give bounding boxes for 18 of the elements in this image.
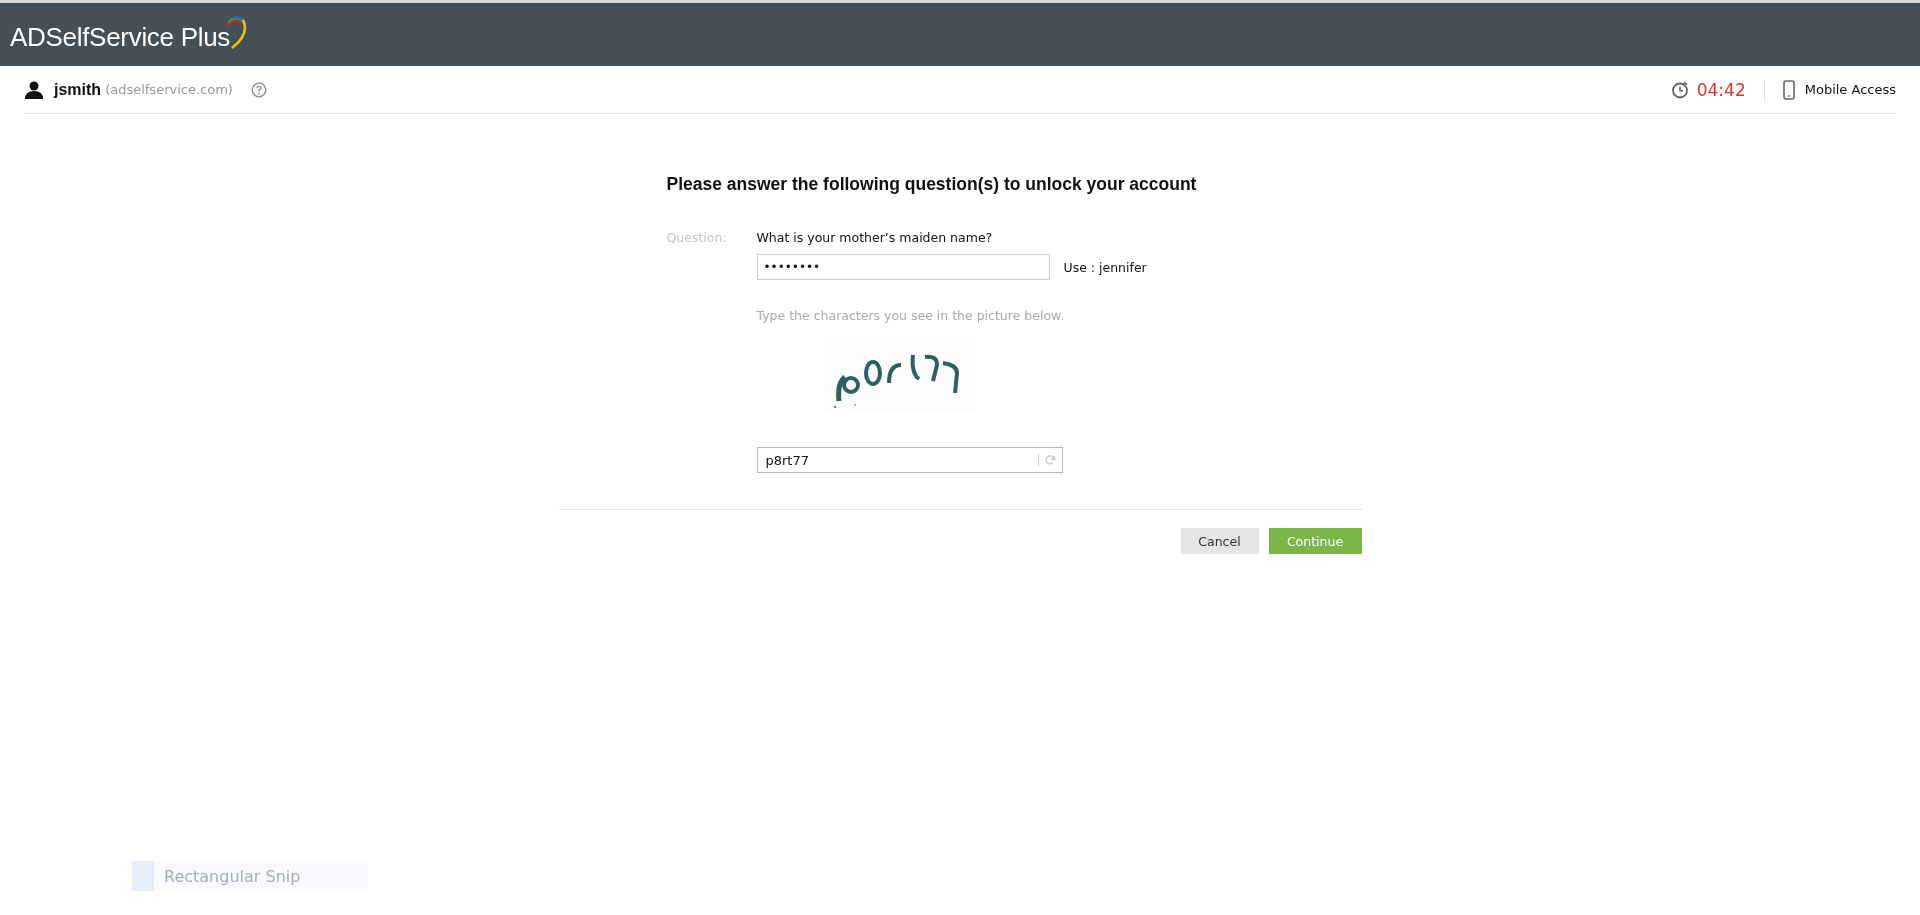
captcha-instruction: Type the characters you see in the picture below. [756, 308, 1066, 323]
timer-icon [1670, 80, 1689, 99]
question-text: What is your mother’s maiden name? [756, 230, 994, 245]
user-icon [24, 80, 44, 99]
domain-text: (adselfservice.com) [105, 82, 233, 97]
snip-label: Rectangular Snip [164, 866, 301, 886]
cancel-button[interactable]: Cancel [1180, 528, 1259, 554]
answer-hint: Use : jennifer [1063, 259, 1147, 275]
captcha-field[interactable]: p8rt77 [756, 447, 1063, 473]
mobile-access-link[interactable]: Mobile Access [1804, 82, 1896, 97]
help-icon[interactable] [250, 81, 267, 98]
username: jsmith [54, 80, 102, 99]
field-label: Question: [666, 230, 728, 247]
logo-text: ADSelfService Plus [10, 22, 231, 53]
phone-icon[interactable] [1782, 79, 1795, 100]
answer-field[interactable]: •••••••• [756, 254, 1050, 280]
form-title: Please answer the following question(s) to unlock your account [666, 174, 1198, 195]
session-timer: 04:42 [1696, 79, 1746, 100]
